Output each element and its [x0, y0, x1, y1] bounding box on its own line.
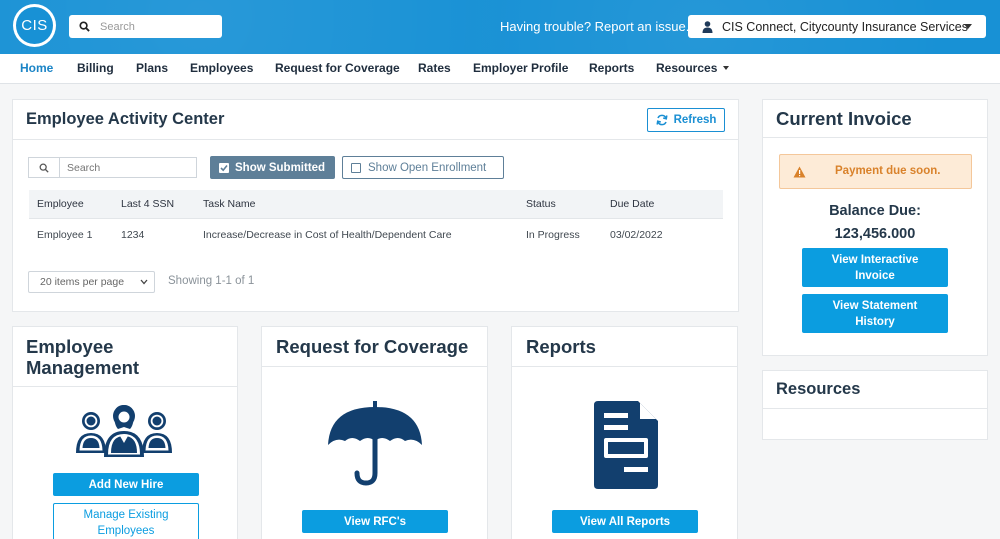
employees-group-icon	[76, 405, 172, 457]
nav-employees[interactable]: Employees	[190, 61, 253, 75]
cis-logo-text: CIS	[16, 7, 53, 44]
view-rfcs-button[interactable]: View RFC's	[302, 510, 448, 533]
rfc-header: Request for Coverage	[262, 327, 487, 367]
current-invoice-card: Current Invoice Payment due soon. Balanc…	[762, 99, 988, 356]
column-header-status[interactable]: Status	[526, 198, 556, 210]
refresh-button[interactable]: Refresh	[647, 108, 725, 132]
report-document-icon	[594, 401, 658, 489]
nav-employer-profile[interactable]: Employer Profile	[473, 61, 568, 75]
checkbox-checked-icon	[219, 162, 229, 173]
report-issue-link[interactable]: Having trouble? Report an issue.	[500, 19, 689, 34]
employee-management-card: Employee Management Add New Hire Manage …	[12, 326, 238, 539]
cell-due-date: 03/02/2022	[610, 229, 663, 241]
view-all-reports-button[interactable]: View All Reports	[552, 510, 698, 533]
resources-header: Resources	[763, 371, 987, 409]
employee-management-title-line1: Employee	[26, 336, 114, 357]
add-new-hire-button[interactable]: Add New Hire	[53, 473, 199, 496]
global-search-input[interactable]	[100, 20, 210, 33]
table-row[interactable]: Employee 1 1234 Increase/Decrease in Cos…	[29, 220, 723, 250]
cis-logo[interactable]: CIS	[13, 4, 56, 47]
invoice-header: Current Invoice	[763, 100, 987, 138]
user-icon	[702, 20, 713, 33]
invoice-title: Current Invoice	[776, 108, 912, 129]
refresh-label: Refresh	[673, 114, 717, 126]
column-header-due-date[interactable]: Due Date	[610, 198, 654, 210]
chevron-down-icon	[964, 24, 972, 29]
show-submitted-label: Show Submitted	[235, 161, 326, 174]
cell-ssn: 1234	[121, 229, 145, 241]
main-nav: Home Billing Plans Employees Request for…	[0, 54, 1000, 84]
show-open-enrollment-label: Show Open Enrollment	[368, 161, 487, 174]
statement-history-label-line2: History	[855, 315, 895, 328]
activity-header: Employee Activity Center Refresh	[13, 100, 738, 140]
global-search[interactable]	[69, 15, 222, 38]
payment-alert: Payment due soon.	[779, 154, 972, 189]
rfc-title: Request for Coverage	[276, 336, 469, 357]
nav-billing[interactable]: Billing	[77, 61, 114, 75]
activity-search-icon-box	[29, 158, 60, 177]
search-icon	[79, 21, 90, 32]
column-header-ssn[interactable]: Last 4 SSN	[121, 198, 174, 210]
reports-title: Reports	[526, 336, 596, 357]
warning-icon	[793, 166, 806, 178]
top-header: CIS Having trouble? Report an issue. CIS…	[0, 0, 1000, 54]
interactive-invoice-label-line1: View Interactive	[831, 253, 919, 266]
page-size-select[interactable]: 20 items per page	[28, 271, 155, 293]
activity-search[interactable]	[28, 157, 197, 178]
manage-existing-label-line2: Employees	[97, 525, 155, 537]
nav-resources[interactable]: Resources	[656, 61, 730, 75]
employee-activity-center: Employee Activity Center Refresh Show Su…	[12, 99, 739, 312]
resources-card: Resources	[762, 370, 988, 440]
cell-status: In Progress	[526, 229, 580, 241]
resources-title: Resources	[776, 380, 861, 398]
account-label: CIS Connect, Citycounty Insurance Servic…	[722, 19, 968, 34]
show-open-enrollment-toggle[interactable]: Show Open Enrollment	[342, 156, 504, 179]
nav-rates[interactable]: Rates	[418, 61, 451, 75]
umbrella-icon	[328, 401, 422, 486]
nav-request-for-coverage[interactable]: Request for Coverage	[275, 61, 400, 75]
statement-history-label-line1: View Statement	[832, 299, 918, 312]
manage-existing-label-line1: Manage Existing	[83, 509, 169, 521]
checkbox-unchecked-icon	[351, 162, 361, 173]
activity-search-input[interactable]	[67, 161, 192, 174]
reports-card: Reports View All Reports	[511, 326, 738, 539]
view-statement-history-button[interactable]: View Statement History	[802, 294, 948, 333]
employee-management-title-line2: Management	[26, 357, 140, 378]
account-dropdown[interactable]: CIS Connect, Citycounty Insurance Servic…	[688, 15, 986, 38]
balance-due-value: 123,456.000	[834, 226, 916, 242]
reports-header: Reports	[512, 327, 737, 367]
nav-resources-label: Resources	[656, 61, 718, 75]
cell-task-name: Increase/Decrease in Cost of Health/Depe…	[203, 229, 452, 241]
page-size-label: 20 items per page	[40, 276, 125, 288]
refresh-icon	[656, 114, 668, 126]
show-submitted-toggle[interactable]: Show Submitted	[210, 156, 335, 179]
nav-home[interactable]: Home	[20, 61, 53, 75]
employee-management-header: Employee Management	[13, 327, 237, 387]
pagination-info: Showing 1-1 of 1	[168, 275, 255, 287]
activity-title: Employee Activity Center	[26, 110, 225, 128]
nav-plans[interactable]: Plans	[136, 61, 168, 75]
chevron-down-icon	[723, 66, 730, 70]
cell-employee: Employee 1	[37, 229, 93, 241]
activity-table-header: Employee Last 4 SSN Task Name Status Due…	[29, 190, 723, 219]
interactive-invoice-label-line2: Invoice	[855, 269, 895, 282]
request-for-coverage-card: Request for Coverage View RFC's	[261, 326, 488, 539]
view-interactive-invoice-button[interactable]: View Interactive Invoice	[802, 248, 948, 287]
column-header-employee[interactable]: Employee	[37, 198, 84, 210]
nav-reports[interactable]: Reports	[589, 61, 634, 75]
column-header-task-name[interactable]: Task Name	[203, 198, 256, 210]
manage-existing-employees-button[interactable]: Manage Existing Employees	[53, 503, 199, 539]
balance-due-label: Balance Due:	[829, 203, 921, 219]
payment-alert-text: Payment due soon.	[835, 165, 941, 177]
search-icon	[39, 163, 49, 173]
employee-management-title: Employee Management	[26, 336, 139, 378]
chevron-down-icon	[140, 279, 148, 285]
